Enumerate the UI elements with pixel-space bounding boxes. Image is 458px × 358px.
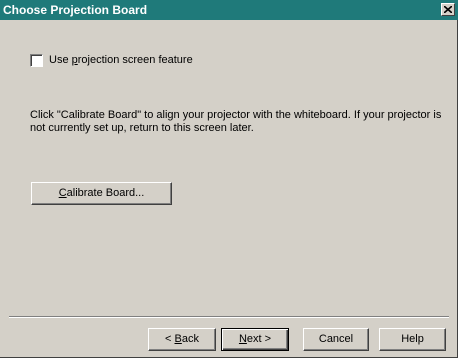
close-icon	[444, 6, 452, 13]
back-button[interactable]: < Back	[148, 328, 216, 351]
title-bar[interactable]: Choose Projection Board	[0, 0, 458, 20]
dialog-window: Choose Projection Board Use projection s…	[0, 0, 458, 358]
window-title: Choose Projection Board	[3, 3, 148, 17]
cancel-button[interactable]: Cancel	[303, 328, 369, 351]
instructions-text: Click "Calibrate Board" to align your pr…	[30, 109, 442, 134]
footer-separator	[9, 316, 449, 318]
close-button[interactable]	[441, 3, 455, 16]
calibrate-board-button[interactable]: Calibrate Board...	[31, 182, 172, 205]
projection-checkbox[interactable]	[30, 54, 43, 67]
help-button[interactable]: Help	[379, 328, 446, 351]
next-button[interactable]: Next >	[221, 328, 289, 351]
projection-checkbox-label[interactable]: Use projection screen feature	[49, 53, 193, 67]
